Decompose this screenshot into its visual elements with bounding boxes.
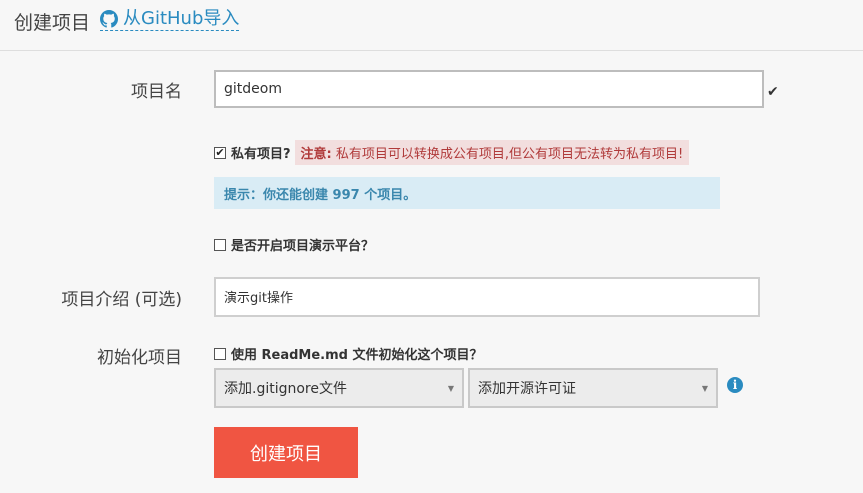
info-icon[interactable]: i — [727, 377, 743, 393]
page-title: 创建项目 — [14, 12, 91, 34]
github-icon — [100, 10, 118, 28]
warning-title: 注意: — [300, 147, 332, 162]
private-warning: 注意: 私有项目可以转换成公有项目,但公有项目无法转为私有项目! — [294, 140, 690, 165]
readme-checkbox[interactable] — [214, 347, 226, 360]
checkmark-icon: ✔ — [767, 84, 779, 100]
create-project-button[interactable]: 创建项目 — [214, 427, 358, 478]
chevron-down-icon: ▼ — [701, 384, 708, 393]
description-textarea[interactable]: 演示git操作 — [214, 277, 760, 317]
readme-label: 使用 ReadMe.md 文件初始化这个项目？ — [231, 348, 483, 363]
gitignore-select-value: 添加.gitignore文件 — [224, 381, 347, 397]
license-select[interactable]: 添加开源许可证 ▼ — [468, 368, 718, 408]
import-from-github-link[interactable]: 从GitHub导入 — [100, 8, 240, 31]
demo-row: 是否开启项目演示平台？ — [214, 235, 374, 254]
readme-row: 使用 ReadMe.md 文件初始化这个项目？ — [214, 344, 483, 363]
private-label: 私有项目? — [231, 147, 291, 162]
license-select-value: 添加开源许可证 — [478, 381, 576, 397]
gitignore-select[interactable]: 添加.gitignore文件 ▼ — [214, 368, 464, 408]
import-link-label: 从GitHub导入 — [123, 8, 240, 29]
demo-label: 是否开启项目演示平台？ — [231, 239, 375, 254]
demo-checkbox[interactable] — [214, 238, 226, 251]
project-name-input[interactable] — [214, 70, 764, 108]
private-row: 私有项目? 注意: 私有项目可以转换成公有项目,但公有项目无法转为私有项目! — [214, 140, 690, 165]
chevron-down-icon: ▼ — [447, 384, 454, 393]
description-label: 项目介绍 (可选) — [61, 290, 182, 310]
quota-hint: 提示：你还能创建 997 个项目。 — [214, 177, 720, 209]
init-label: 初始化项目 — [97, 348, 182, 368]
project-name-label: 项目名 — [131, 82, 182, 102]
warning-text: 私有项目可以转换成公有项目,但公有项目无法转为私有项目! — [335, 147, 684, 162]
private-checkbox[interactable] — [214, 146, 226, 159]
header-divider — [0, 50, 863, 51]
